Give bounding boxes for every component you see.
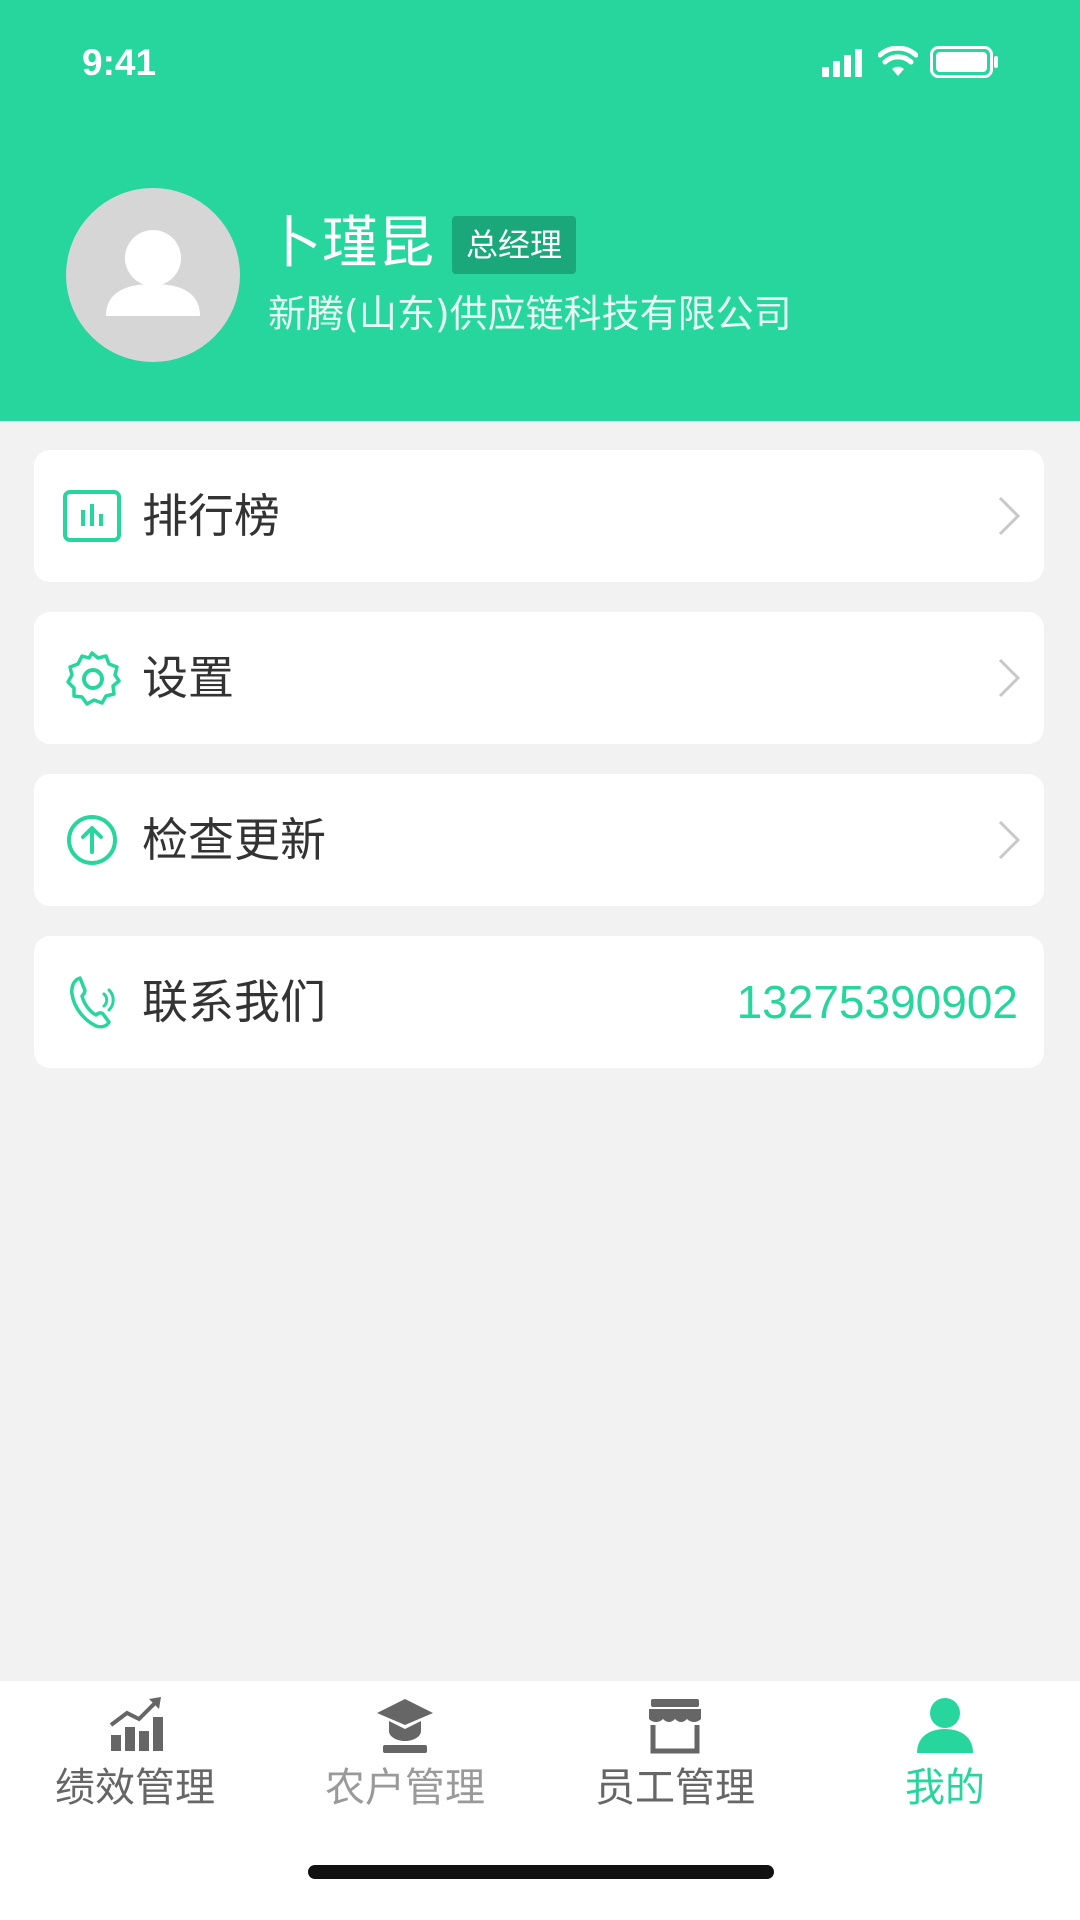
contact-phone-number[interactable]: 13275390902: [737, 976, 1018, 1028]
phone-icon: [62, 972, 122, 1032]
bar-chart-icon: [105, 1695, 165, 1755]
company-name: 新腾(山东)供应链科技有限公司: [268, 292, 792, 336]
tab-label-performance: 绩效管理: [55, 1765, 215, 1811]
avatar[interactable]: [66, 188, 240, 362]
menu-label-settings: 设置: [142, 651, 234, 705]
status-icons: [822, 44, 1000, 84]
menu-item-contact-us[interactable]: 联系我们 13275390902: [34, 936, 1044, 1068]
chevron-right-icon: [996, 656, 1022, 700]
tab-label-farmers: 农户管理: [325, 1765, 485, 1811]
wifi-icon: [877, 45, 919, 82]
tab-label-mine: 我的: [905, 1765, 985, 1811]
home-indicator: [308, 1865, 774, 1879]
tab-mine[interactable]: 我的: [810, 1681, 1080, 1821]
tab-performance[interactable]: 绩效管理: [0, 1681, 270, 1821]
user-name: 卜瑾昆: [266, 211, 434, 276]
chevron-right-icon: [996, 818, 1022, 862]
menu-label-check-update: 检查更新: [142, 813, 326, 867]
menu-item-check-update[interactable]: 检查更新: [34, 774, 1044, 906]
upload-arrow-circle-icon: [62, 810, 122, 870]
person-icon: [915, 1695, 975, 1755]
gear-icon: [62, 648, 122, 708]
bottom-tab-bar: 绩效管理 农户管理 员工管理 我的: [0, 1681, 1080, 1920]
chevron-right-icon: [996, 494, 1022, 538]
menu-label-contact-us: 联系我们: [142, 975, 326, 1029]
menu-item-settings[interactable]: 设置: [34, 612, 1044, 744]
status-time: 9:41: [82, 42, 157, 83]
signal-icon: [822, 47, 866, 81]
profile-header: 9:41 卜瑾昆 总经理 新腾(山东)供应链科技有限公司: [0, 0, 1080, 421]
role-badge: 总经理: [452, 216, 577, 274]
ranking-chart-icon: [62, 486, 122, 546]
tab-staff[interactable]: 员工管理: [540, 1681, 810, 1821]
menu-item-ranking[interactable]: 排行榜: [34, 450, 1044, 582]
battery-icon: [930, 46, 1000, 82]
user-avatar-icon: [106, 230, 200, 316]
menu-label-ranking: 排行榜: [142, 489, 280, 543]
status-bar: 9:41: [0, 0, 1080, 130]
graduation-cap-icon: [375, 1695, 435, 1755]
tab-farmers[interactable]: 农户管理: [270, 1681, 540, 1821]
store-icon: [645, 1695, 705, 1755]
tab-label-staff: 员工管理: [595, 1765, 755, 1811]
